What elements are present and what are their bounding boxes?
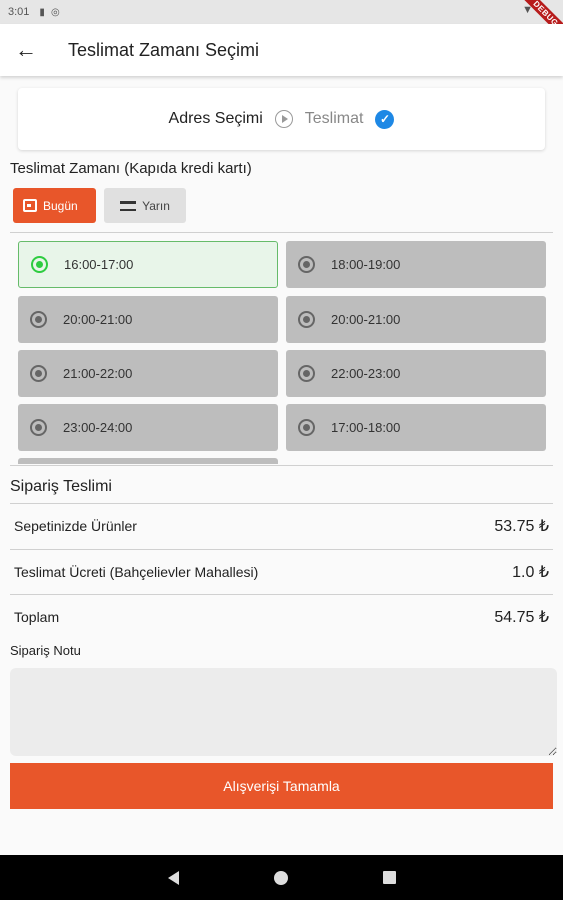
summary-row-total: Toplam 54.75 ₺ xyxy=(14,607,549,627)
radio-icon xyxy=(298,311,315,328)
time-slot-grid: 16:00-17:00 18:00-19:00 20:00-21:00 20:0… xyxy=(18,240,546,464)
calendar-icon xyxy=(23,199,37,212)
complete-order-button[interactable]: Alışverişi Tamamla xyxy=(10,763,553,809)
summary-label: Sepetinizde Ürünler xyxy=(14,518,137,534)
order-note-label: Sipariş Notu xyxy=(10,643,81,658)
time-slot[interactable]: 23:00-24:00 xyxy=(18,404,278,451)
status-time: 3:01 xyxy=(8,6,30,18)
summary-amount: 1.0 ₺ xyxy=(512,564,549,581)
divider xyxy=(10,594,553,595)
radio-icon xyxy=(30,365,47,382)
time-slot-label: 16:00-17:00 xyxy=(64,257,134,272)
step-delivery[interactable]: Teslimat xyxy=(305,110,364,128)
tab-tomorrow-label: Yarın xyxy=(142,198,170,213)
nav-recents-icon[interactable] xyxy=(382,871,396,884)
divider xyxy=(10,549,553,550)
sync-icon: ◎ xyxy=(50,6,60,18)
radio-selected-icon xyxy=(31,256,48,273)
steps-card: Adres Seçimi Teslimat ✓ xyxy=(18,88,545,150)
step-address[interactable]: Adres Seçimi xyxy=(169,110,263,128)
time-slot-label: 21:00-22:00 xyxy=(63,366,133,381)
status-icons: ▮ ◎ xyxy=(39,7,59,18)
time-slot-label: 23:00-24:00 xyxy=(63,420,133,435)
summary-row-delivery-fee: Teslimat Ücreti (Bahçelievler Mahallesi)… xyxy=(14,562,549,582)
time-slot-label: 17:00-18:00 xyxy=(331,420,401,435)
radio-icon xyxy=(298,419,315,436)
back-button[interactable]: ← xyxy=(0,24,52,76)
time-slot[interactable]: 18:00-19:00 xyxy=(286,241,546,288)
summary-row-items: Sepetinizde Ürünler 53.75 ₺ xyxy=(14,516,549,536)
time-slot-label: 22:00-23:00 xyxy=(331,366,401,381)
summary-label: Toplam xyxy=(14,609,60,625)
day-tabs: Bugün Yarın xyxy=(13,188,186,223)
play-circle-icon xyxy=(274,110,293,128)
time-slot[interactable]: 20:00-21:00 xyxy=(286,296,546,343)
time-slot-label: 18:00-19:00 xyxy=(331,257,401,272)
summary-label: Teslimat Ücreti (Bahçelievler Mahallesi) xyxy=(14,564,259,580)
back-arrow-icon: ← xyxy=(15,37,37,62)
divider xyxy=(10,232,553,233)
tab-today-label: Bugün xyxy=(43,198,78,213)
page-title: Teslimat Zamanı Seçimi xyxy=(68,39,260,60)
nav-back-icon[interactable] xyxy=(167,870,179,885)
radio-icon xyxy=(30,311,47,328)
tab-tomorrow[interactable]: Yarın xyxy=(104,188,186,223)
delivery-time-title: Teslimat Zamanı (Kapıda kredi kartı) xyxy=(10,160,252,177)
status-bar: 3:01 ▮ ◎ ▼ DEBUG xyxy=(0,0,563,46)
order-delivery-title: Sipariş Teslimi xyxy=(10,478,112,495)
time-slot[interactable]: 17:00-18:00 xyxy=(286,404,546,451)
time-slot-label: 20:00-21:00 xyxy=(331,312,401,327)
summary-amount: 54.75 ₺ xyxy=(494,609,549,626)
time-slot[interactable]: 20:00-21:00 xyxy=(18,296,278,343)
app-bar: ← Teslimat Zamanı Seçimi xyxy=(0,24,563,76)
check-circle-icon: ✓ xyxy=(375,109,395,129)
order-note-input[interactable] xyxy=(10,668,557,756)
divider xyxy=(10,465,553,466)
time-slot[interactable]: 22:00-23:00 xyxy=(286,350,546,397)
summary-amount: 53.75 ₺ xyxy=(494,518,549,535)
card-icon xyxy=(120,200,137,211)
nav-home-icon[interactable] xyxy=(273,870,288,885)
time-slot-partial[interactable] xyxy=(18,458,278,464)
divider xyxy=(10,503,553,504)
time-slot[interactable]: 16:00-17:00 xyxy=(18,241,278,288)
radio-icon xyxy=(298,256,315,273)
radio-icon xyxy=(298,365,315,382)
time-slot-label: 20:00-21:00 xyxy=(63,312,133,327)
tab-today[interactable]: Bugün xyxy=(13,188,96,223)
system-nav-bar xyxy=(0,855,563,900)
time-slot[interactable]: 21:00-22:00 xyxy=(18,350,278,397)
sim-icon: ▮ xyxy=(39,6,45,18)
radio-icon xyxy=(30,419,47,436)
